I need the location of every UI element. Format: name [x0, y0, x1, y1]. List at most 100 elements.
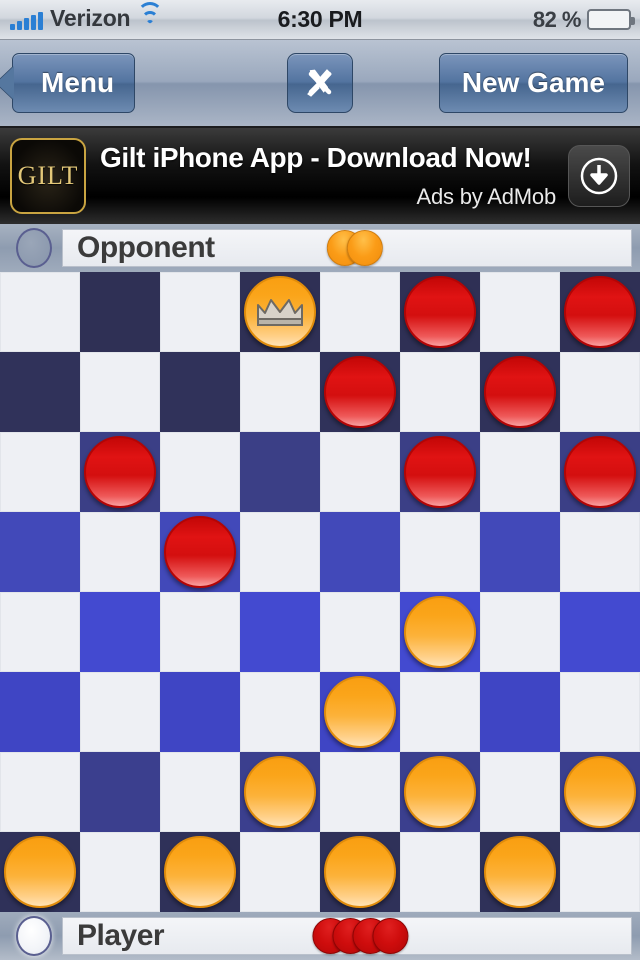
- new-game-button[interactable]: New Game: [438, 53, 628, 113]
- red-piece[interactable]: [404, 436, 476, 508]
- menu-back-button[interactable]: Menu: [12, 53, 136, 113]
- board-square[interactable]: [160, 352, 240, 432]
- board-square[interactable]: [0, 512, 80, 592]
- board-square[interactable]: [480, 512, 560, 592]
- board-square[interactable]: [400, 592, 480, 672]
- orange-king-piece[interactable]: [244, 276, 316, 348]
- board-square[interactable]: [480, 672, 560, 752]
- board-square[interactable]: [240, 672, 320, 752]
- download-arrow-icon: [580, 157, 618, 195]
- board-square[interactable]: [320, 752, 400, 832]
- board-square[interactable]: [400, 512, 480, 592]
- board-square[interactable]: [80, 432, 160, 512]
- orange-piece[interactable]: [404, 756, 476, 828]
- board-square[interactable]: [0, 672, 80, 752]
- board-square[interactable]: [560, 432, 640, 512]
- ad-banner[interactable]: GILT Gilt iPhone App - Download Now! Ads…: [0, 128, 640, 224]
- board-square[interactable]: [400, 432, 480, 512]
- ad-logo-text: GILT: [17, 161, 79, 190]
- board-square[interactable]: [480, 272, 560, 352]
- orange-piece[interactable]: [484, 836, 556, 908]
- board-square[interactable]: [560, 352, 640, 432]
- board-square[interactable]: [320, 672, 400, 752]
- board-square[interactable]: [560, 672, 640, 752]
- board-square[interactable]: [400, 752, 480, 832]
- board-square[interactable]: [160, 432, 240, 512]
- board-square[interactable]: [160, 512, 240, 592]
- red-piece[interactable]: [164, 516, 236, 588]
- board-square[interactable]: [560, 752, 640, 832]
- orange-piece[interactable]: [164, 836, 236, 908]
- player-label: Player: [77, 919, 165, 952]
- red-piece[interactable]: [564, 276, 636, 348]
- board-square[interactable]: [240, 512, 320, 592]
- board-square[interactable]: [240, 272, 320, 352]
- board-square[interactable]: [80, 832, 160, 912]
- board-square[interactable]: [320, 272, 400, 352]
- board-square[interactable]: [560, 832, 640, 912]
- red-piece[interactable]: [484, 356, 556, 428]
- board-square[interactable]: [320, 432, 400, 512]
- red-piece[interactable]: [324, 356, 396, 428]
- player-panel: Player: [62, 917, 632, 955]
- board-square[interactable]: [0, 272, 80, 352]
- orange-piece[interactable]: [404, 596, 476, 668]
- board-square[interactable]: [400, 272, 480, 352]
- board-square[interactable]: [0, 352, 80, 432]
- board-square[interactable]: [80, 752, 160, 832]
- checkers-board[interactable]: [0, 272, 640, 912]
- board-square[interactable]: [480, 432, 560, 512]
- board-square[interactable]: [480, 752, 560, 832]
- tools-hammer-wrench-icon: [307, 69, 332, 97]
- red-piece[interactable]: [404, 276, 476, 348]
- orange-piece[interactable]: [324, 676, 396, 748]
- board-square[interactable]: [240, 752, 320, 832]
- orange-piece[interactable]: [564, 756, 636, 828]
- board-square[interactable]: [560, 592, 640, 672]
- board-square[interactable]: [0, 832, 80, 912]
- board-square[interactable]: [160, 832, 240, 912]
- menu-back-label: Menu: [41, 67, 115, 98]
- board-square[interactable]: [160, 752, 240, 832]
- red-piece[interactable]: [84, 436, 156, 508]
- board-square[interactable]: [240, 592, 320, 672]
- board-square[interactable]: [80, 352, 160, 432]
- board-square[interactable]: [160, 272, 240, 352]
- tools-button[interactable]: [287, 53, 353, 113]
- ad-text-block: Gilt iPhone App - Download Now! Ads by A…: [86, 138, 562, 214]
- board-square[interactable]: [480, 592, 560, 672]
- board-square[interactable]: [0, 752, 80, 832]
- board-square[interactable]: [160, 672, 240, 752]
- opponent-status-bar: Opponent: [0, 224, 640, 272]
- board-square[interactable]: [320, 832, 400, 912]
- orange-piece[interactable]: [244, 756, 316, 828]
- ad-download-button[interactable]: [568, 145, 630, 207]
- board-square[interactable]: [0, 432, 80, 512]
- board-square[interactable]: [80, 272, 160, 352]
- board-square[interactable]: [320, 352, 400, 432]
- board-square[interactable]: [320, 512, 400, 592]
- board-square[interactable]: [480, 352, 560, 432]
- board-square[interactable]: [240, 352, 320, 432]
- board-square[interactable]: [80, 672, 160, 752]
- board-square[interactable]: [400, 672, 480, 752]
- captured-red-chip: [372, 918, 409, 954]
- red-piece[interactable]: [564, 436, 636, 508]
- board-square[interactable]: [480, 832, 560, 912]
- board-square[interactable]: [320, 592, 400, 672]
- battery-icon: [587, 9, 635, 30]
- board-square[interactable]: [160, 592, 240, 672]
- board-square[interactable]: [400, 352, 480, 432]
- board-square[interactable]: [80, 512, 160, 592]
- board-square[interactable]: [240, 432, 320, 512]
- captured-orange-chip: [346, 230, 383, 266]
- board-square[interactable]: [560, 512, 640, 592]
- orange-piece[interactable]: [324, 836, 396, 908]
- board-square[interactable]: [0, 592, 80, 672]
- checkers-game-screen: Verizon 6:30 PM 82 % Menu New Game GILT …: [0, 0, 640, 960]
- board-square[interactable]: [400, 832, 480, 912]
- board-square[interactable]: [560, 272, 640, 352]
- orange-piece[interactable]: [4, 836, 76, 908]
- board-square[interactable]: [240, 832, 320, 912]
- board-square[interactable]: [80, 592, 160, 672]
